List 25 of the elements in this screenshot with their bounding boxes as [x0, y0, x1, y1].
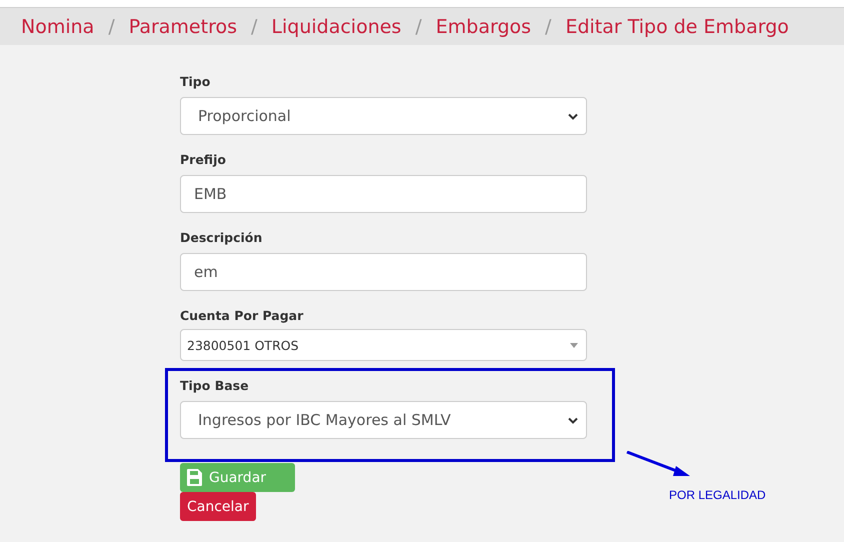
- select-field[interactable]: 23800501 OTROS: [180, 329, 587, 361]
- dropdown-triangle-icon: [570, 342, 578, 348]
- select-field[interactable]: Ingresos por IBC Mayores al SMLV: [180, 401, 587, 439]
- input-field[interactable]: EMB: [180, 175, 587, 213]
- breadcrumb-link[interactable]: Editar Tipo de Embargo: [565, 16, 789, 38]
- breadcrumb-link[interactable]: Liquidaciones: [271, 16, 402, 38]
- breadcrumb-link[interactable]: Embargos: [436, 16, 532, 38]
- breadcrumb-link[interactable]: Parametros: [128, 16, 237, 38]
- field-label: Tipo: [180, 74, 212, 89]
- breadcrumb-separator: /: [545, 16, 552, 38]
- input-field[interactable]: em: [180, 253, 587, 291]
- breadcrumb-separator: /: [251, 16, 258, 38]
- chevron-down-icon: [568, 112, 578, 120]
- annotation-arrow: [626, 451, 692, 479]
- field-label: Descripción: [180, 230, 264, 245]
- cancel-button[interactable]: Cancelar: [180, 492, 256, 521]
- breadcrumb-separator: /: [415, 16, 422, 38]
- field-label: Prefijo: [180, 152, 227, 167]
- breadcrumb-link[interactable]: Nomina: [21, 16, 94, 38]
- chevron-down-icon: [568, 416, 578, 424]
- select-field[interactable]: Proporcional: [180, 97, 587, 135]
- field-label: Tipo Base: [180, 378, 250, 393]
- annotation-text: POR LEGALIDAD: [669, 488, 766, 502]
- breadcrumb-separator: /: [108, 16, 115, 38]
- field-label: Cuenta Por Pagar: [180, 308, 304, 323]
